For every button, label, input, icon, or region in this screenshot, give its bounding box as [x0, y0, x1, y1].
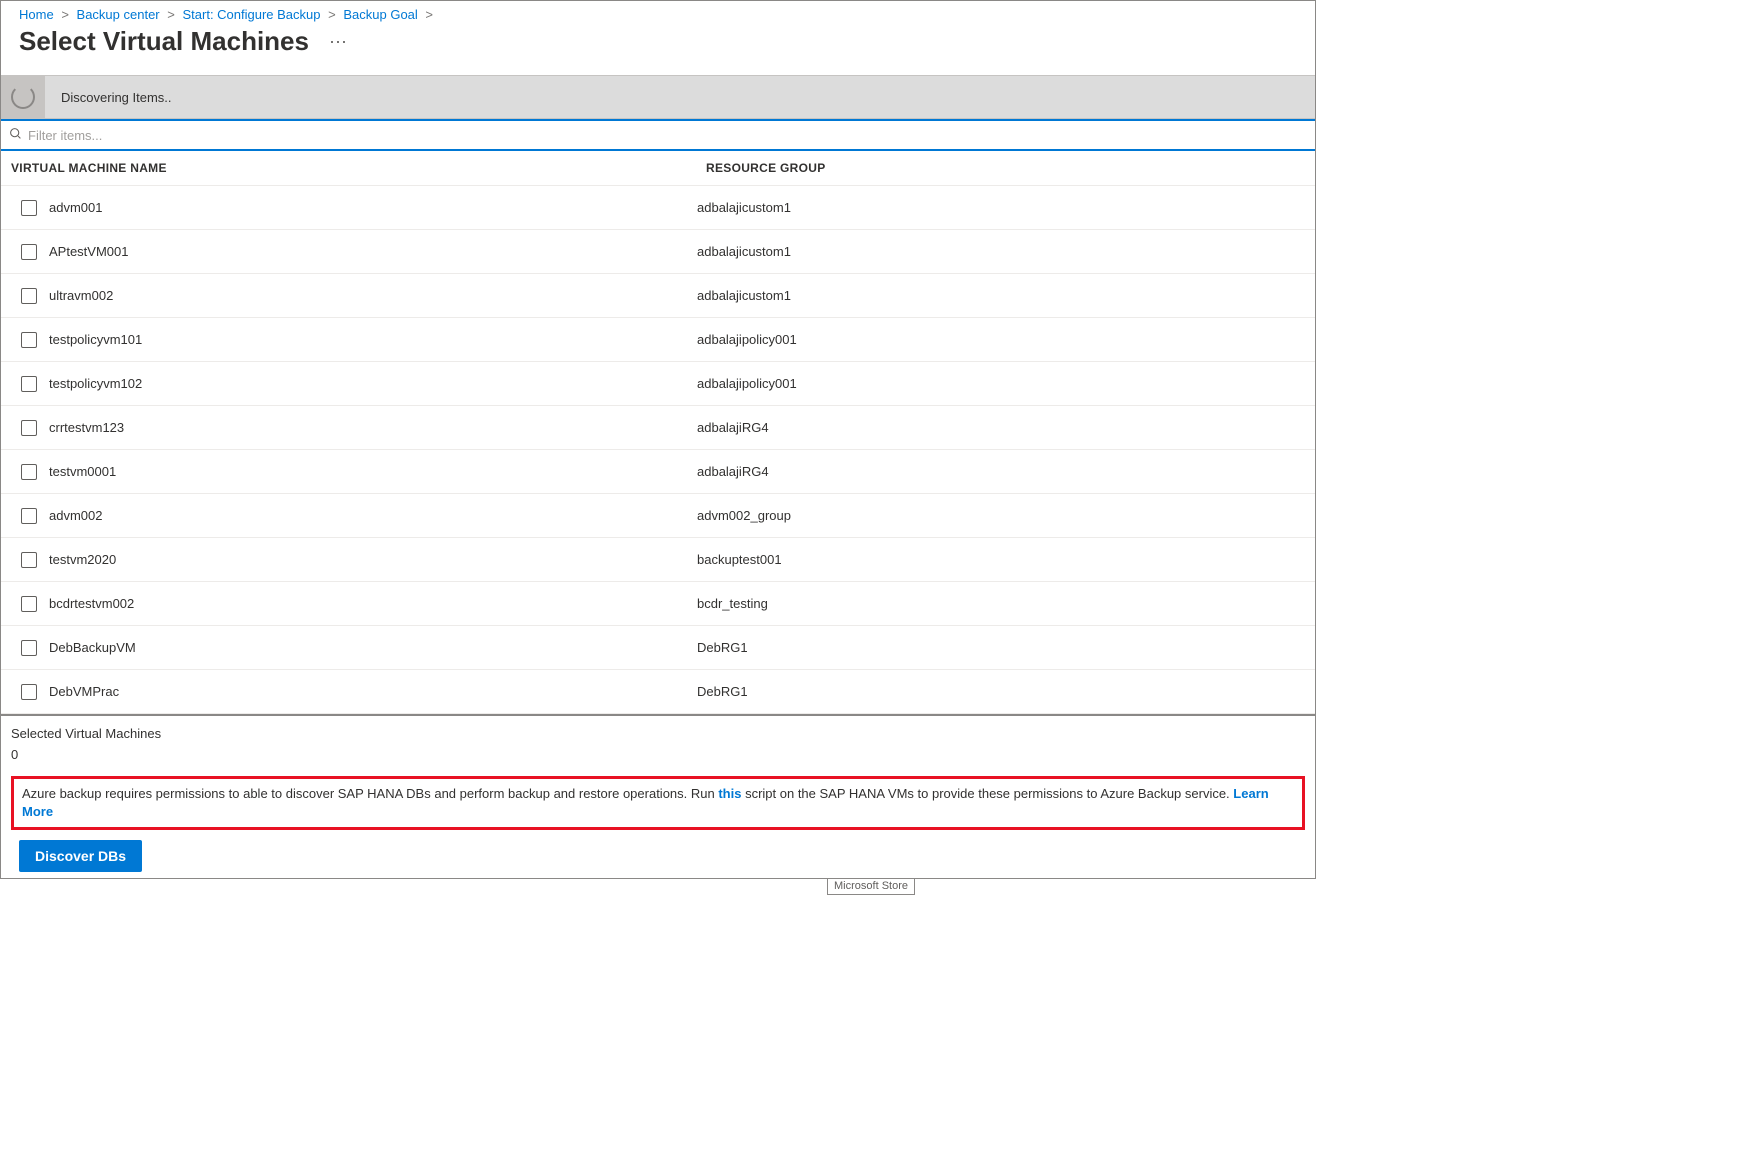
- resource-group: adbalajicustom1: [697, 200, 1295, 215]
- resource-group: DebRG1: [697, 640, 1295, 655]
- table-row[interactable]: crrtestvm123adbalajiRG4: [1, 406, 1315, 450]
- row-checkbox[interactable]: [21, 200, 37, 216]
- vm-name: bcdrtestvm002: [49, 596, 697, 611]
- row-checkbox[interactable]: [21, 640, 37, 656]
- chevron-right-icon: >: [328, 7, 336, 22]
- vm-name: testvm2020: [49, 552, 697, 567]
- row-checkbox[interactable]: [21, 464, 37, 480]
- vm-name: testpolicyvm101: [49, 332, 697, 347]
- row-checkbox[interactable]: [21, 244, 37, 260]
- row-checkbox[interactable]: [21, 552, 37, 568]
- chevron-right-icon: >: [425, 7, 433, 22]
- resource-group: adbalajipolicy001: [697, 376, 1295, 391]
- vm-name: crrtestvm123: [49, 420, 697, 435]
- chevron-right-icon: >: [167, 7, 175, 22]
- status-text: Discovering Items..: [45, 90, 172, 105]
- discover-dbs-button[interactable]: Discover DBs: [19, 840, 142, 872]
- vm-name: advm002: [49, 508, 697, 523]
- vm-name: ultravm002: [49, 288, 697, 303]
- table-row[interactable]: DebBackupVMDebRG1: [1, 626, 1315, 670]
- filter-row: [1, 119, 1315, 151]
- resource-group: adbalajiRG4: [697, 420, 1295, 435]
- table-header: VIRTUAL MACHINE NAME RESOURCE GROUP: [1, 151, 1315, 186]
- header-resource-group[interactable]: RESOURCE GROUP: [706, 161, 1305, 175]
- more-icon[interactable]: ···: [329, 31, 347, 52]
- spinner-box: [1, 75, 45, 119]
- breadcrumb-backup-center[interactable]: Backup center: [77, 7, 160, 22]
- header-vm-name[interactable]: VIRTUAL MACHINE NAME: [11, 161, 706, 175]
- row-checkbox[interactable]: [21, 376, 37, 392]
- table-row[interactable]: testvm2020backuptest001: [1, 538, 1315, 582]
- chevron-right-icon: >: [61, 7, 69, 22]
- search-icon: [9, 127, 22, 143]
- resource-group: advm002_group: [697, 508, 1295, 523]
- table-body: advm001adbalajicustom1APtestVM001adbalaj…: [1, 186, 1315, 714]
- table-row[interactable]: advm002advm002_group: [1, 494, 1315, 538]
- spinner-icon: [11, 85, 35, 109]
- table-row[interactable]: APtestVM001adbalajicustom1: [1, 230, 1315, 274]
- info-text-mid: script on the SAP HANA VMs to provide th…: [741, 786, 1233, 801]
- info-text-pre: Azure backup requires permissions to abl…: [22, 786, 718, 801]
- row-checkbox[interactable]: [21, 596, 37, 612]
- table-row[interactable]: testvm0001adbalajiRG4: [1, 450, 1315, 494]
- vm-name: testvm0001: [49, 464, 697, 479]
- table-row[interactable]: bcdrtestvm002bcdr_testing: [1, 582, 1315, 626]
- footer-hint-text: Microsoft Store: [827, 878, 915, 895]
- info-box: Azure backup requires permissions to abl…: [11, 776, 1305, 830]
- row-checkbox[interactable]: [21, 508, 37, 524]
- breadcrumb-home[interactable]: Home: [19, 7, 54, 22]
- table-row[interactable]: advm001adbalajicustom1: [1, 186, 1315, 230]
- footer-section: Selected Virtual Machines 0 Azure backup…: [1, 714, 1315, 878]
- selected-label: Selected Virtual Machines: [11, 726, 1305, 741]
- page-title: Select Virtual Machines ···: [1, 22, 1315, 75]
- vm-name: advm001: [49, 200, 697, 215]
- breadcrumb-backup-goal[interactable]: Backup Goal: [343, 7, 417, 22]
- table-row[interactable]: ultravm002adbalajicustom1: [1, 274, 1315, 318]
- row-checkbox[interactable]: [21, 684, 37, 700]
- resource-group: adbalajiRG4: [697, 464, 1295, 479]
- row-checkbox[interactable]: [21, 288, 37, 304]
- resource-group: DebRG1: [697, 684, 1295, 699]
- table-row[interactable]: testpolicyvm102adbalajipolicy001: [1, 362, 1315, 406]
- resource-group: adbalajipolicy001: [697, 332, 1295, 347]
- row-checkbox[interactable]: [21, 420, 37, 436]
- filter-input[interactable]: [28, 128, 1307, 143]
- vm-name: DebVMPrac: [49, 684, 697, 699]
- vm-name: testpolicyvm102: [49, 376, 697, 391]
- vm-name: APtestVM001: [49, 244, 697, 259]
- breadcrumb-configure-backup[interactable]: Start: Configure Backup: [182, 7, 320, 22]
- table-row[interactable]: testpolicyvm101adbalajipolicy001: [1, 318, 1315, 362]
- selected-count: 0: [11, 747, 1305, 762]
- resource-group: adbalajicustom1: [697, 288, 1295, 303]
- row-checkbox[interactable]: [21, 332, 37, 348]
- resource-group: backuptest001: [697, 552, 1295, 567]
- footer-hint: Microsoft Store: [0, 877, 1742, 892]
- breadcrumb: Home > Backup center > Start: Configure …: [1, 1, 1315, 22]
- resource-group: bcdr_testing: [697, 596, 1295, 611]
- status-bar: Discovering Items..: [1, 75, 1315, 119]
- resource-group: adbalajicustom1: [697, 244, 1295, 259]
- script-link[interactable]: this: [718, 786, 741, 801]
- table-row[interactable]: DebVMPracDebRG1: [1, 670, 1315, 714]
- vm-name: DebBackupVM: [49, 640, 697, 655]
